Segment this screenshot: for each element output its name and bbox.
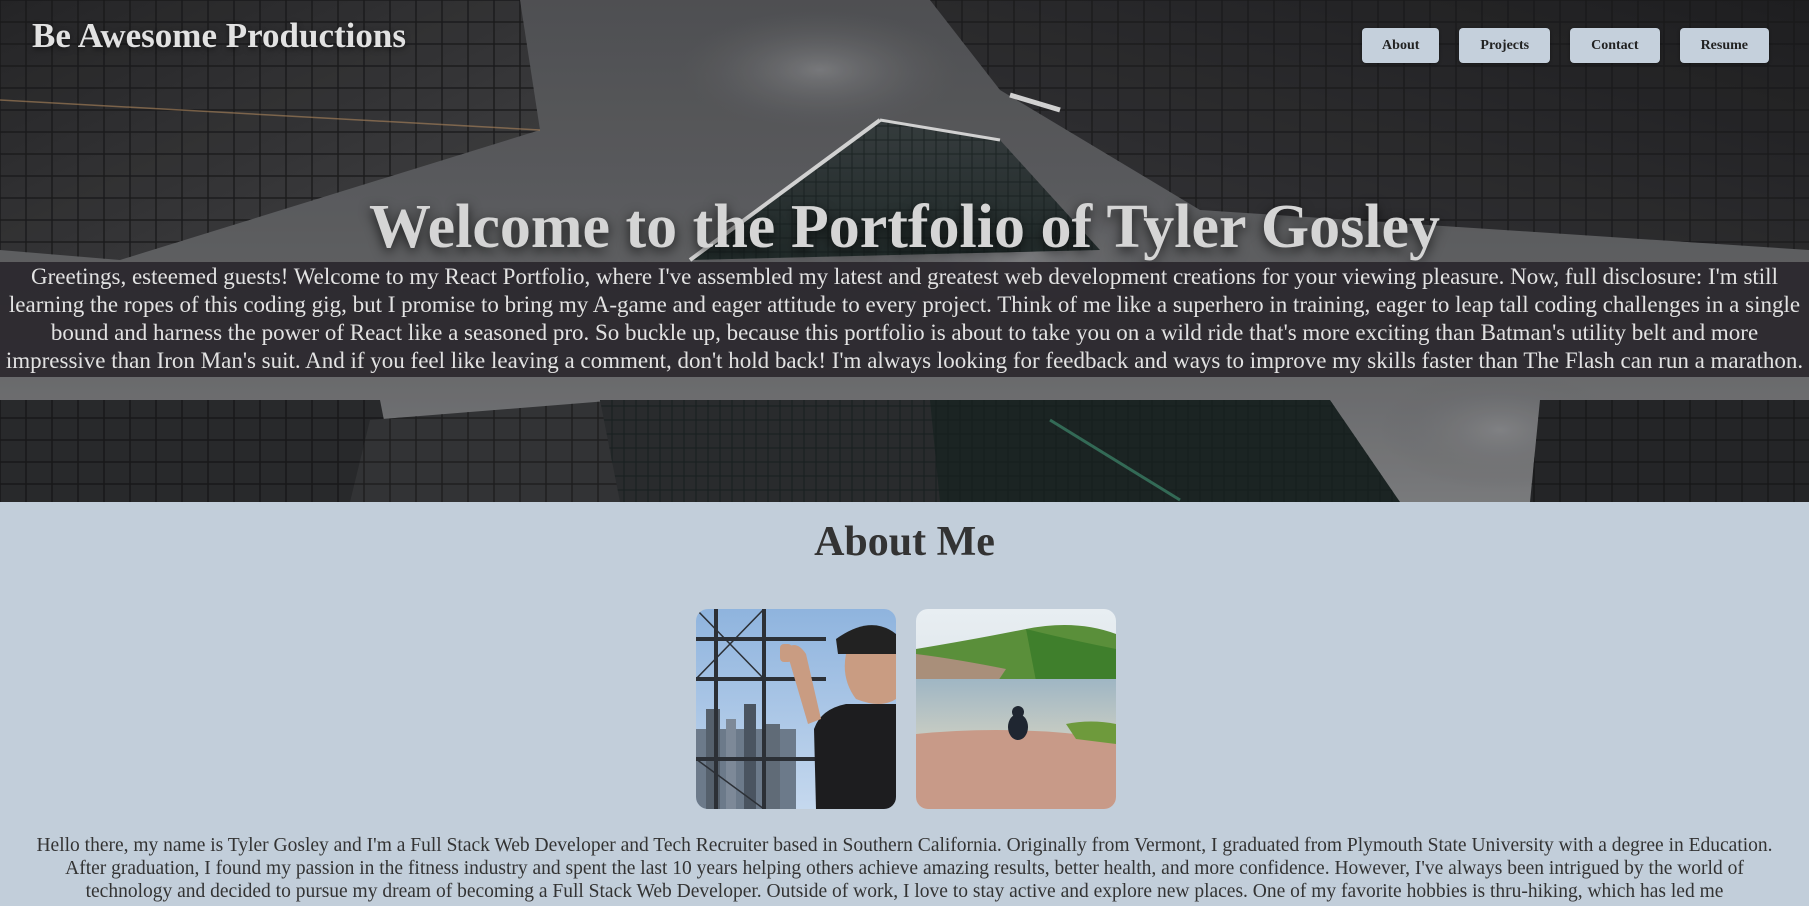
hero-intro-text: Greetings, esteemed guests! Welcome to m…: [0, 262, 1809, 377]
nav-resume-button[interactable]: Resume: [1679, 28, 1769, 63]
about-photos: [696, 609, 1116, 809]
lake-hiking-photo: [916, 609, 1116, 809]
top-nav: About Projects Contact Resume: [1362, 28, 1769, 63]
nav-about-button[interactable]: About: [1362, 28, 1440, 63]
nav-contact-button[interactable]: Contact: [1570, 28, 1660, 63]
nav-projects-button[interactable]: Projects: [1459, 28, 1551, 63]
hero-title: Welcome to the Portfolio of Tyler Gosley: [369, 193, 1440, 261]
portfolio-page: Be Awesome Productions About Projects Co…: [0, 0, 1809, 906]
profile-photo-skyscraper: [696, 609, 896, 809]
hero-section: Be Awesome Productions About Projects Co…: [0, 0, 1809, 502]
brand-title: Be Awesome Productions: [32, 16, 406, 55]
about-bio-text: Hello there, my name is Tyler Gosley and…: [36, 835, 1773, 902]
about-heading: About Me: [814, 519, 995, 565]
